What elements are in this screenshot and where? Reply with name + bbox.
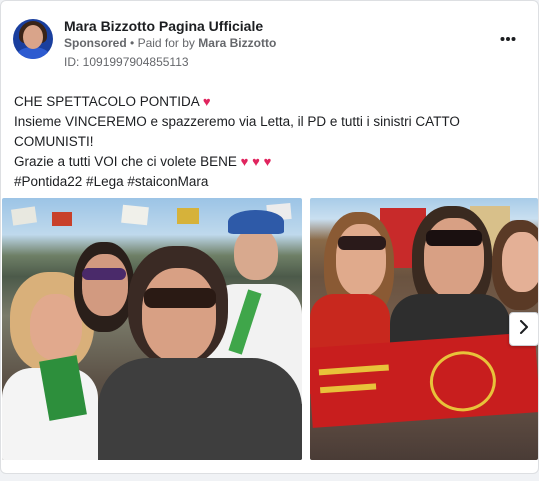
sunglasses-shape <box>426 230 482 246</box>
more-options-icon[interactable] <box>500 29 516 47</box>
ad-id: ID: 1091997904855113 <box>64 55 189 69</box>
venetian-flag <box>310 332 538 428</box>
sponsored-label: Sponsored <box>64 36 127 50</box>
flag-stripe <box>318 364 389 376</box>
sunglasses-shape <box>338 236 386 250</box>
post-text-line: Insieme VINCEREMO e spazzeremo via Letta… <box>14 114 460 149</box>
person-face <box>82 254 128 316</box>
hashtags[interactable]: #Pontida22 #Lega #staiconMara <box>14 172 514 192</box>
post-text-line: CHE SPETTACOLO PONTIDA ♥ <box>14 92 514 112</box>
carousel-photo[interactable] <box>2 198 302 460</box>
heart-icon: ♥ <box>202 94 211 109</box>
flag-shape <box>52 212 72 226</box>
headline-text: CHE SPETTACOLO PONTIDA <box>14 94 200 109</box>
person-face <box>142 268 216 362</box>
paid-for-name: Mara Bizzotto <box>198 36 277 50</box>
person-face <box>336 224 386 296</box>
person-face <box>30 294 82 360</box>
page-name-link[interactable]: Mara Bizzotto Pagina Ufficiale <box>64 18 263 34</box>
post-header: Mara Bizzotto Pagina Ufficiale Sponsored… <box>13 18 528 69</box>
heart-icon: ♥ <box>240 154 249 169</box>
carousel-photo[interactable] <box>310 198 538 460</box>
separator-dot: • <box>130 36 135 50</box>
cap-shape <box>228 210 284 234</box>
heart-icon: ♥ <box>252 154 260 169</box>
sunglasses-shape <box>144 288 216 308</box>
photo-carousel <box>1 198 538 460</box>
post-text-line: Grazie a tutti VOI che ci volete BENE ♥ … <box>14 152 514 172</box>
thanks-text: Grazie a tutti VOI che ci volete BENE <box>14 154 237 169</box>
sunglasses-shape <box>82 268 126 280</box>
person-face <box>502 232 538 292</box>
sponsored-line: Sponsored • Paid for by Mara Bizzotto <box>64 36 276 50</box>
post-text: CHE SPETTACOLO PONTIDA ♥ Insieme VINCERE… <box>14 92 514 192</box>
page-avatar[interactable] <box>13 19 53 59</box>
paid-for-prefix: Paid for by <box>137 36 195 50</box>
flag-stripe <box>319 383 377 394</box>
heart-icon: ♥ <box>263 154 272 169</box>
person-shirt <box>98 358 302 460</box>
lion-emblem <box>427 349 498 414</box>
carousel-next-button[interactable] <box>509 312 538 346</box>
flag-shape <box>121 204 149 226</box>
person-face <box>234 228 278 280</box>
flag-shape <box>11 206 37 226</box>
flag-shape <box>177 208 199 224</box>
avatar-face <box>23 25 43 49</box>
sponsored-post-card: Mara Bizzotto Pagina Ufficiale Sponsored… <box>0 0 539 474</box>
chevron-right-icon <box>518 319 530 339</box>
